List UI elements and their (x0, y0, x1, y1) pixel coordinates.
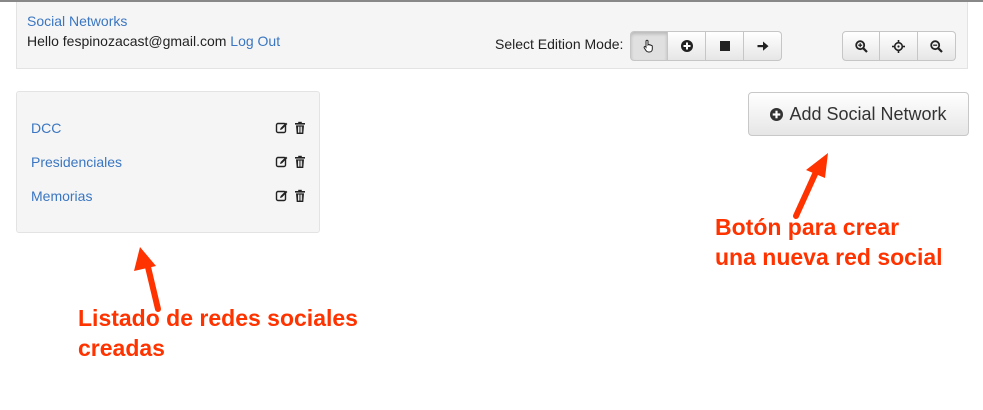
list-item: Memorias (31, 188, 307, 208)
annotation-line: creadas (78, 335, 165, 361)
list-item: DCC (31, 120, 307, 140)
annotation-line: una nueva red social (715, 244, 943, 270)
arrow-right-icon (757, 41, 768, 51)
connect-mode-button[interactable] (744, 31, 782, 61)
select-mode-button[interactable] (630, 31, 668, 61)
edit-icon[interactable] (275, 121, 289, 135)
network-link[interactable]: DCC (31, 120, 61, 136)
add-button-label: Add Social Network (789, 103, 947, 124)
stop-mode-button[interactable] (706, 31, 744, 61)
social-network-list: DCC Presidenciales Memorias (16, 91, 320, 233)
annotation-network-list: Listado de redes sociales creadas (78, 303, 358, 363)
zoom-out-button[interactable] (918, 31, 956, 61)
zoom-in-button[interactable] (842, 31, 880, 61)
trash-icon[interactable] (293, 121, 307, 135)
edition-mode-group (630, 31, 782, 61)
crosshair-icon (892, 39, 905, 53)
network-link[interactable]: Presidenciales (31, 154, 122, 170)
add-node-mode-button[interactable] (668, 31, 706, 61)
row-actions (275, 155, 307, 169)
plus-circle-icon (680, 40, 693, 52)
annotation-arrow-right (791, 151, 830, 220)
user-greeting: Hello fespinozacast@gmail.com Log Out (27, 33, 280, 49)
annotation-line: Listado de redes sociales (78, 305, 358, 331)
zoom-out-icon (930, 39, 943, 53)
logout-link[interactable]: Log Out (230, 33, 280, 49)
trash-icon[interactable] (293, 189, 307, 203)
plus-circle-icon (770, 107, 784, 121)
stop-square-icon (719, 41, 730, 51)
add-social-network-button[interactable]: Add Social Network (748, 92, 969, 136)
row-actions (275, 189, 307, 203)
hand-pointer-icon (643, 39, 653, 53)
center-view-button[interactable] (880, 31, 918, 61)
network-link[interactable]: Memorias (31, 188, 92, 204)
hello-text: Hello fespinozacast@gmail.com (27, 33, 227, 49)
edit-icon[interactable] (275, 155, 289, 169)
annotation-add-button: Botón para crear una nueva red social (715, 212, 943, 272)
trash-icon[interactable] (293, 155, 307, 169)
navbar: Social Networks Hello fespinozacast@gmai… (16, 2, 968, 69)
row-actions (275, 121, 307, 135)
brand-link[interactable]: Social Networks (27, 13, 127, 29)
annotation-line: Botón para crear (715, 214, 900, 240)
list-item: Presidenciales (31, 154, 307, 174)
zoom-in-icon (854, 39, 868, 53)
edit-icon[interactable] (275, 189, 289, 203)
zoom-controls-group (842, 31, 956, 61)
edition-mode-label: Select Edition Mode: (495, 36, 624, 52)
